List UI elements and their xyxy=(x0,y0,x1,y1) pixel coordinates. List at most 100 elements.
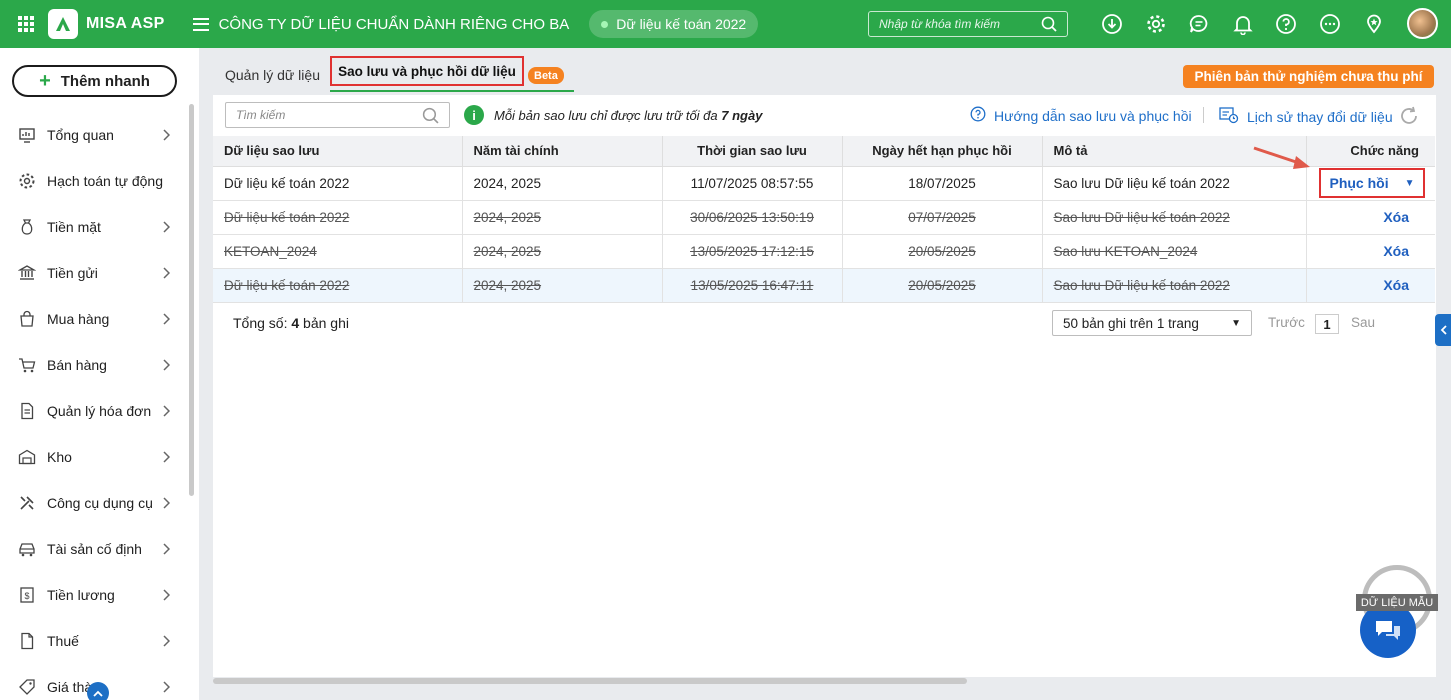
cell-time: 13/05/2025 16:47:11 xyxy=(662,268,843,303)
col-header-time[interactable]: Thời gian sao lưu xyxy=(662,136,843,167)
payroll-icon: $ xyxy=(18,586,36,604)
pager-page-number[interactable]: 1 xyxy=(1315,314,1339,334)
cell-year: 2024, 2025 xyxy=(462,268,663,303)
scroll-up-button[interactable] xyxy=(87,682,109,700)
global-search-input[interactable]: Nhập từ khóa tìm kiếm xyxy=(868,11,1068,37)
sidebar-item-cong-cu-dung-cu[interactable]: Công cụ dụng cụ xyxy=(0,480,188,526)
sidebar-item-tai-san-co-dinh[interactable]: Tài sản cố định xyxy=(0,526,188,572)
sidebar-item-label: Tổng quan xyxy=(47,127,114,143)
cell-year: 2024, 2025 xyxy=(462,234,663,269)
table-search-input[interactable]: Tìm kiếm xyxy=(225,102,450,128)
gear-icon[interactable] xyxy=(1144,12,1168,36)
cell-action: Phục hồi ▼ xyxy=(1306,166,1435,201)
side-panel-toggle[interactable] xyxy=(1435,314,1451,346)
app-grid-icon[interactable] xyxy=(18,16,34,32)
caret-down-icon[interactable]: ▼ xyxy=(1405,178,1415,189)
sidebar-item-tong-quan[interactable]: Tổng quan xyxy=(0,112,188,158)
info-icon: i xyxy=(464,105,484,125)
chevron-right-icon xyxy=(162,588,171,604)
tab-quan-ly-du-lieu[interactable]: Quản lý dữ liệu xyxy=(225,67,320,83)
data-history-link[interactable]: Lịch sử thay đổi dữ liệu xyxy=(1219,106,1393,127)
database-selector[interactable]: Dữ liệu kế toán 2022 xyxy=(589,10,759,38)
quick-add-button[interactable]: + Thêm nhanh xyxy=(12,65,177,97)
table-row[interactable]: KETOAN_2024 2024, 2025 13/05/2025 17:12:… xyxy=(213,234,1435,269)
record-total-suffix: bản ghi xyxy=(299,315,349,331)
sample-data-badge[interactable]: DỮ LIỆU MẪU xyxy=(1356,565,1438,660)
delete-link[interactable]: Xóa xyxy=(1383,209,1419,225)
menu-toggle-icon[interactable] xyxy=(192,17,209,31)
sidebar-scrollbar[interactable] xyxy=(189,104,194,496)
backup-guide-link[interactable]: Hướng dẫn sao lưu và phục hồi xyxy=(970,106,1192,125)
chevron-right-icon xyxy=(162,220,171,236)
sidebar-item-label: Kho xyxy=(47,449,72,465)
sidebar-item-tien-luong[interactable]: $ Tiền lương xyxy=(0,572,188,618)
auto-gear-icon xyxy=(18,172,36,190)
sidebar-item-quan-ly-hoa-don[interactable]: Quản lý hóa đơn xyxy=(0,388,188,434)
refresh-icon[interactable] xyxy=(1398,105,1420,130)
plus-icon: + xyxy=(39,70,51,92)
sidebar-item-label: Giá thà xyxy=(47,679,93,695)
sidebar-item-kho[interactable]: Kho xyxy=(0,434,188,480)
delete-link[interactable]: Xóa xyxy=(1383,277,1419,293)
cart-icon xyxy=(18,356,36,374)
sidebar-item-label: Mua hàng xyxy=(47,311,110,327)
chevron-right-icon xyxy=(162,680,171,696)
sidebar-item-hach-toan-tu-dong[interactable]: Hạch toán tự động xyxy=(0,158,188,204)
beta-badge: Beta xyxy=(528,67,564,84)
status-dot-icon xyxy=(601,20,609,28)
company-name[interactable]: CÔNG TY DỮ LIỆU CHUẨN DÀNH RIÊNG CHO BA xyxy=(219,16,570,33)
sidebar-item-label: Tiền mặt xyxy=(47,219,101,235)
delete-link[interactable]: Xóa xyxy=(1383,243,1419,259)
dashboard-icon xyxy=(18,126,36,144)
horizontal-scrollbar[interactable] xyxy=(213,678,967,684)
cell-action: Xóa xyxy=(1306,268,1435,303)
search-icon[interactable] xyxy=(1041,16,1057,35)
sidebar-item-tien-mat[interactable]: Tiền mặt xyxy=(0,204,188,250)
col-header-data[interactable]: Dữ liệu sao lưu xyxy=(213,136,463,167)
tab-sao-luu-phuc-hoi[interactable]: Sao lưu và phục hồi dữ liệu xyxy=(330,56,524,86)
misa-logo-icon xyxy=(48,9,78,39)
col-header-year[interactable]: Năm tài chính xyxy=(462,136,663,167)
sidebar-item-label: Hạch toán tự động xyxy=(47,173,164,189)
chevron-right-icon xyxy=(162,404,171,420)
global-search-placeholder: Nhập từ khóa tìm kiếm xyxy=(879,17,1000,31)
page-size-select[interactable]: 50 bản ghi trên 1 trang ▼ xyxy=(1052,310,1252,336)
table-row[interactable]: Dữ liệu kế toán 2022 2024, 2025 30/06/20… xyxy=(213,200,1435,235)
record-total: Tổng số: 4 bản ghi xyxy=(233,315,349,331)
cell-expiry: 20/05/2025 xyxy=(842,268,1043,303)
pager-prev[interactable]: Trước xyxy=(1268,315,1305,330)
table-row[interactable]: Dữ liệu kế toán 2022 2024, 2025 13/05/20… xyxy=(213,268,1435,303)
svg-text:$: $ xyxy=(24,591,29,601)
sidebar-item-mua-hang[interactable]: Mua hàng xyxy=(0,296,188,342)
location-icon[interactable] xyxy=(1362,12,1386,36)
download-icon[interactable] xyxy=(1100,12,1124,36)
tab-sao-luu-label: Sao lưu và phục hồi dữ liệu xyxy=(338,63,516,79)
sidebar-item-ban-hang[interactable]: Bán hàng xyxy=(0,342,188,388)
sidebar-item-tien-gui[interactable]: Tiền gửi xyxy=(0,250,188,296)
cell-data: Dữ liệu kế toán 2022 xyxy=(213,166,463,201)
sidebar-menu: Tổng quan Hạch toán tự động Tiền mặt Tiề… xyxy=(0,112,188,700)
bell-icon[interactable] xyxy=(1231,12,1255,36)
shopping-bag-icon xyxy=(18,310,36,328)
sidebar-item-label: Thuế xyxy=(47,633,79,649)
chevron-right-icon xyxy=(162,634,171,650)
col-header-expiry[interactable]: Ngày hết hạn phục hồi xyxy=(842,136,1043,167)
trial-version-button[interactable]: Phiên bản thử nghiệm chưa thu phí xyxy=(1183,65,1434,88)
user-avatar[interactable] xyxy=(1407,8,1438,39)
restore-label: Phục hồi xyxy=(1329,175,1389,191)
sidebar-item-label: Tiền gửi xyxy=(47,265,98,281)
chevron-right-icon xyxy=(162,128,171,144)
cell-action: Xóa xyxy=(1306,234,1435,269)
sample-data-label: DỮ LIỆU MẪU xyxy=(1356,594,1438,611)
chat-icon[interactable] xyxy=(1187,12,1211,36)
quick-add-label: Thêm nhanh xyxy=(60,72,150,90)
more-icon[interactable] xyxy=(1318,12,1342,36)
cell-desc: Sao lưu Dữ liệu kế toán 2022 xyxy=(1042,268,1307,303)
cell-desc: Sao lưu KETOAN_2024 xyxy=(1042,234,1307,269)
chevron-left-icon xyxy=(1440,325,1447,335)
help-icon[interactable] xyxy=(1274,12,1298,36)
restore-button[interactable]: Phục hồi ▼ xyxy=(1319,168,1425,198)
pager-next[interactable]: Sau xyxy=(1351,315,1375,330)
sidebar-item-thue[interactable]: Thuế xyxy=(0,618,188,664)
search-icon[interactable] xyxy=(422,107,439,127)
